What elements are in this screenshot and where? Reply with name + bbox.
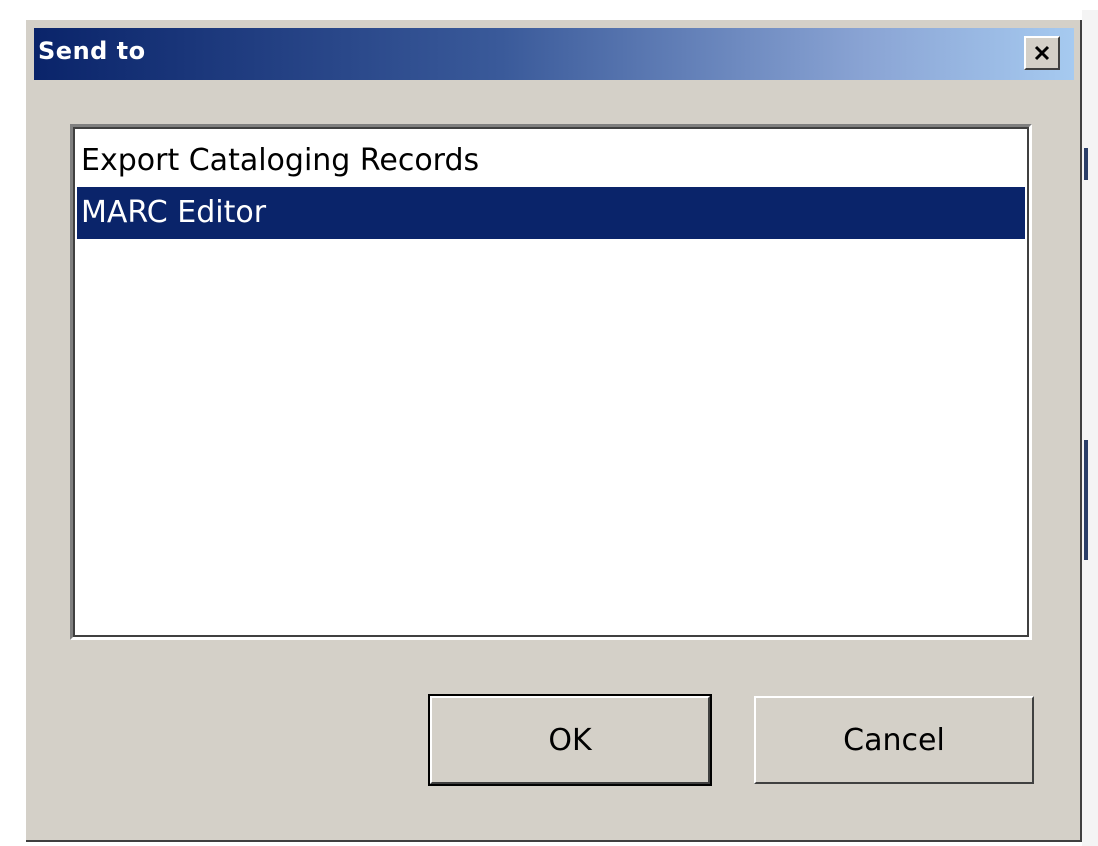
close-icon	[1034, 45, 1050, 61]
background-window-edge	[1084, 440, 1088, 560]
background-window-edge	[1084, 148, 1088, 180]
dialog-title: Send to	[38, 37, 146, 65]
close-button[interactable]	[1024, 36, 1060, 70]
title-bar: Send to	[34, 28, 1074, 80]
background-window	[1082, 10, 1098, 846]
send-to-dialog: Send to Export Cataloging Records MARC E…	[26, 20, 1082, 842]
list-item-marc-editor[interactable]: MARC Editor	[77, 187, 1025, 239]
send-to-list[interactable]: Export Cataloging Records MARC Editor	[70, 124, 1032, 640]
cancel-button[interactable]: Cancel	[754, 696, 1034, 784]
ok-button[interactable]: OK	[428, 694, 712, 786]
list-item-export-cataloging-records[interactable]: Export Cataloging Records	[77, 135, 1025, 187]
